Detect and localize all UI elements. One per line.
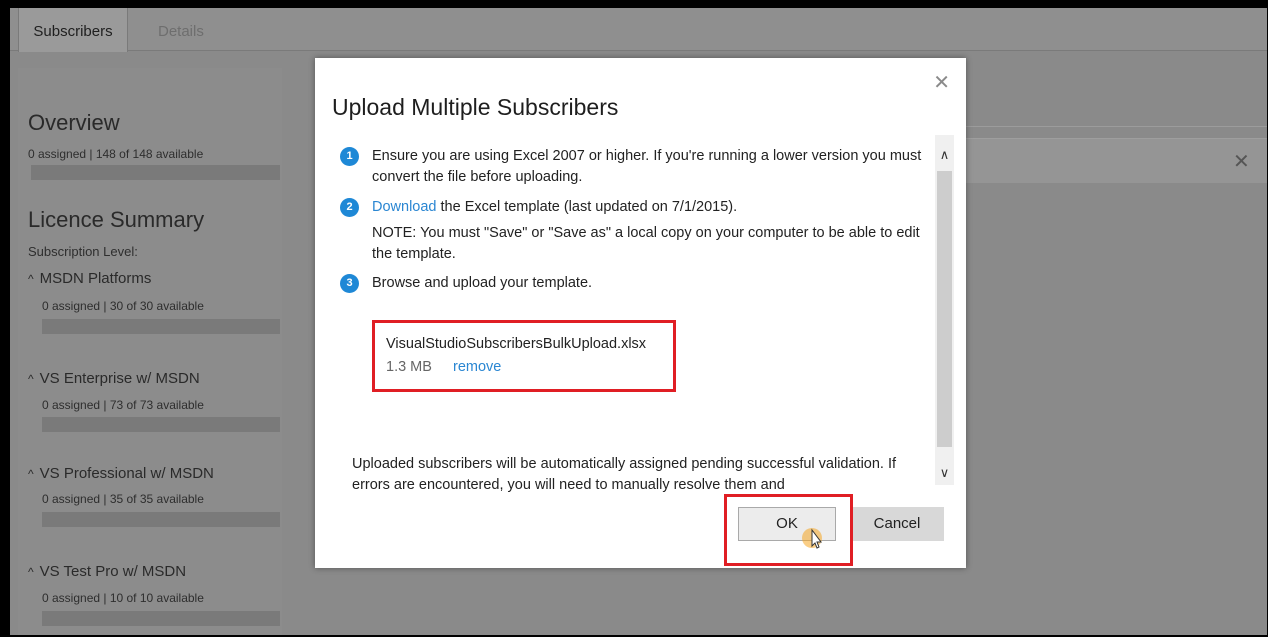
scroll-up-icon[interactable]: ∧ [935,147,954,163]
level-progress-bar [42,319,280,334]
caret-up-icon: ^ [28,565,34,579]
overview-progress-bar [31,165,280,180]
scroll-thumb[interactable] [937,171,952,447]
tab-details[interactable]: Details [158,8,204,50]
divider [950,126,1267,127]
overview-status: 0 assigned | 148 of 148 available [28,147,204,161]
overview-title: Overview [28,110,120,135]
caret-up-icon: ^ [28,372,34,386]
level-vs-professional[interactable]: ^ VS Professional w/ MSDN [28,465,214,482]
step-number-badge: 3 [340,274,359,293]
level-name: MSDN Platforms [39,270,152,287]
dialog-scroll-content: 1 Ensure you are using Excel 2007 or hig… [332,138,927,498]
scroll-down-icon[interactable]: ∨ [935,465,954,481]
level-status: 0 assigned | 35 of 35 available [42,492,204,506]
level-progress-bar [42,512,280,527]
validation-note: Uploaded subscribers will be automatical… [352,456,897,493]
ok-button[interactable]: OK [738,507,836,541]
tab-bar: Subscribers Details [10,8,1267,52]
step-text: Download the Excel template (last update… [372,197,927,265]
step-text-rest: the Excel template (last updated on 7/1/… [436,199,738,215]
level-name: VS Enterprise w/ MSDN [39,370,200,387]
download-link[interactable]: Download [372,199,437,215]
notification-strip [950,138,1267,183]
licence-summary-title: Licence Summary [28,207,205,232]
close-icon[interactable]: ✕ [933,70,950,95]
level-msdn-platforms[interactable]: ^ MSDN Platforms [28,270,151,287]
step-number-badge: 2 [340,198,359,217]
cancel-button[interactable]: Cancel [850,507,944,541]
caret-up-icon: ^ [28,272,34,286]
level-status: 0 assigned | 73 of 73 available [42,398,204,412]
file-name: VisualStudioSubscribersBulkUpload.xlsx [386,336,647,352]
level-progress-bar [42,417,280,432]
level-progress-bar [42,611,280,626]
caret-up-icon: ^ [28,467,34,481]
tab-subscribers[interactable]: Subscribers [18,8,128,52]
step-number-badge: 1 [340,147,359,166]
step-note: NOTE: You must "Save" or "Save as" a loc… [372,225,920,262]
summary-panel: Overview 0 assigned | 148 of 148 availab… [18,68,282,635]
dialog-scrollbar[interactable]: ∧ ∨ [935,135,954,485]
level-vs-enterprise[interactable]: ^ VS Enterprise w/ MSDN [28,370,200,387]
uploaded-file-highlight: VisualStudioSubscribersBulkUpload.xlsx 1… [372,320,676,392]
file-size: 1.3 MB [386,359,432,375]
level-status: 0 assigned | 30 of 30 available [42,299,204,313]
level-name: VS Test Pro w/ MSDN [39,563,187,580]
level-vs-test-pro[interactable]: ^ VS Test Pro w/ MSDN [28,563,186,580]
upload-dialog: ✕ Upload Multiple Subscribers 1 Ensure y… [315,58,966,568]
step-text: Ensure you are using Excel 2007 or highe… [372,148,922,185]
dialog-title: Upload Multiple Subscribers [332,94,619,120]
remove-file-link[interactable]: remove [453,357,501,378]
level-name: VS Professional w/ MSDN [39,465,214,482]
level-status: 0 assigned | 10 of 10 available [42,591,204,605]
step-text: Browse and upload your template. [372,275,593,291]
notification-close-icon[interactable]: ✕ [1233,149,1250,174]
subscription-level-label: Subscription Level: [28,244,138,259]
